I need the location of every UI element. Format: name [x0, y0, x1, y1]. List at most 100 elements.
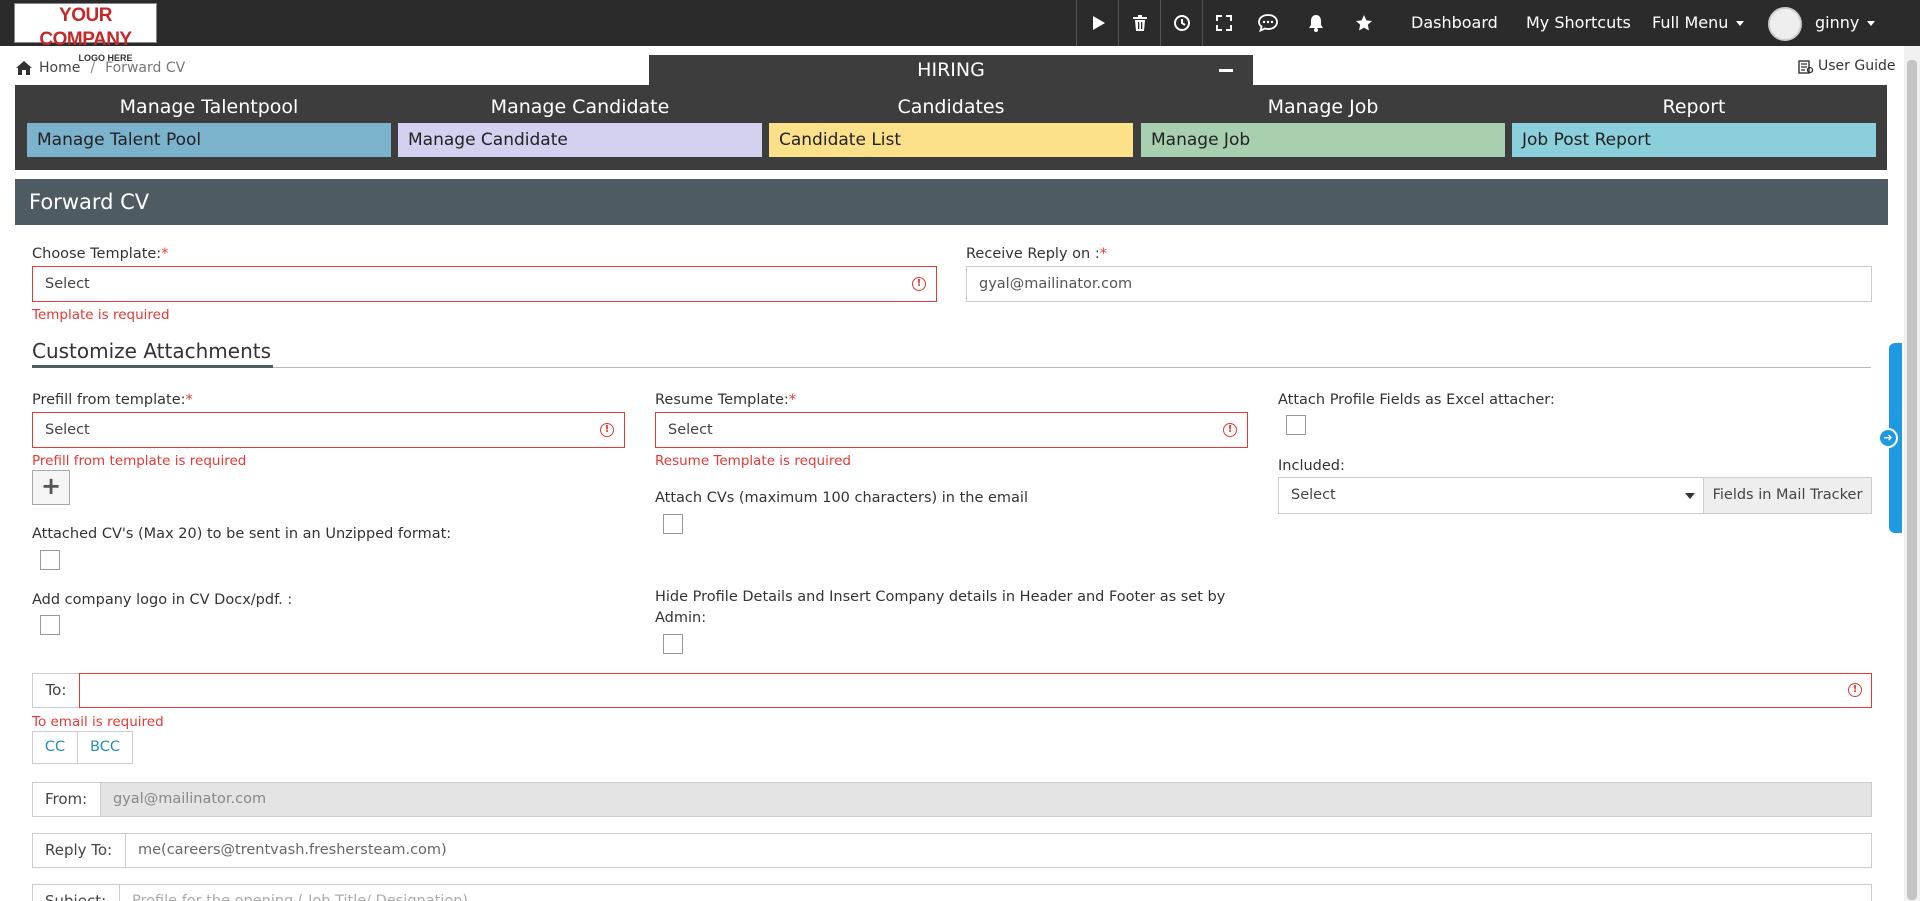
chat-icon[interactable] [1244, 0, 1292, 46]
attach-excel-checkbox[interactable] [1286, 415, 1306, 435]
user-guide-label: User Guide [1818, 58, 1896, 74]
bell-icon[interactable] [1292, 0, 1340, 46]
module-column-title: Manage Candidate [490, 96, 670, 118]
resume-template-error: Resume Template is required [655, 453, 851, 469]
full-menu-label: Full Menu [1652, 13, 1729, 32]
user-menu[interactable]: ginny [1815, 0, 1876, 46]
module-column-talentpool: Manage Talentpool Manage Talent Pool [27, 85, 391, 157]
scrollbar-thumb[interactable] [1907, 60, 1917, 900]
section-title-customize-attachments: Customize Attachments [32, 339, 272, 363]
module-link-job-post-report[interactable]: Job Post Report [1512, 123, 1876, 157]
receive-reply-label-text: Receive Reply on : [966, 246, 1100, 262]
included-select[interactable]: Select [1278, 477, 1704, 514]
star-icon[interactable] [1340, 0, 1388, 46]
breadcrumb-home[interactable]: Home [39, 60, 80, 76]
unzipped-checkbox[interactable] [40, 550, 60, 570]
section-divider [32, 367, 1871, 368]
included-value: Select [1291, 487, 1336, 503]
play-icon[interactable] [1076, 0, 1118, 46]
page-title: Forward CV [15, 179, 1888, 225]
to-input[interactable]: ! [79, 673, 1872, 708]
bcc-button[interactable]: BCC [77, 731, 133, 764]
from-input: gyal@mailinator.com [100, 782, 1872, 817]
module-panel: Manage Talentpool Manage Talent Pool Man… [15, 85, 1887, 170]
prefill-template-value: Select [45, 422, 90, 438]
nav-my-shortcuts[interactable]: My Shortcuts [1526, 0, 1631, 46]
choose-template-label: Choose Template:* [32, 246, 168, 262]
top-navbar: YOUR COMPANY LOGO HERE Dashboard My Shor… [0, 0, 1920, 63]
chevron-down-icon [1867, 21, 1876, 26]
hide-profile-label: Hide Profile Details and Insert Company … [655, 589, 1226, 605]
prefill-template-error: Prefill from template is required [32, 453, 247, 469]
unzipped-label: Attached CV's (Max 20) to be sent in an … [32, 526, 452, 542]
module-tab-hiring[interactable]: HIRING [649, 55, 1253, 85]
breadcrumb: Home / Forward CV [15, 60, 185, 76]
company-logo-checkbox[interactable] [40, 615, 60, 635]
receive-reply-label: Receive Reply on :* [966, 246, 1107, 262]
nav-dashboard[interactable]: Dashboard [1411, 0, 1498, 46]
trash-icon[interactable] [1118, 0, 1160, 46]
resume-template-select[interactable]: Select ! [655, 412, 1248, 448]
arrow-right-icon[interactable]: ➜ [1878, 428, 1898, 448]
error-alert-icon: ! [1848, 683, 1862, 697]
dropdown-arrow-icon [1685, 493, 1695, 499]
module-column-title: Manage Talentpool [119, 96, 299, 118]
nav-full-menu[interactable]: Full Menu [1652, 0, 1745, 46]
hide-profile-label-line2: Admin: [655, 610, 707, 626]
choose-template-value: Select [45, 276, 90, 292]
breadcrumb-current: Forward CV [105, 60, 186, 76]
required-marker: * [161, 246, 169, 262]
attach-excel-label: Attach Profile Fields as Excel attacher: [1278, 392, 1555, 408]
receive-reply-input[interactable]: gyal@mailinator.com [966, 266, 1872, 302]
from-label: From: [32, 782, 101, 817]
reply-to-label: Reply To: [32, 833, 126, 868]
module-column-title: Candidates [897, 96, 1005, 118]
resume-template-value: Select [668, 422, 713, 438]
to-label: To: [32, 673, 80, 708]
module-column-report: Report Job Post Report [1512, 85, 1876, 157]
fullscreen-icon[interactable] [1202, 0, 1244, 46]
choose-template-select[interactable]: Select ! [32, 266, 937, 302]
prefill-template-label-text: Prefill from template: [32, 392, 186, 408]
fields-in-mail-tracker-button[interactable]: Fields in Mail Tracker [1703, 477, 1872, 514]
subject-input[interactable]: Profile for the opening ( Job Title/ Des… [119, 884, 1872, 901]
resume-template-label-text: Resume Template: [655, 392, 789, 408]
guide-icon [1798, 59, 1813, 74]
clock-icon[interactable] [1160, 0, 1202, 46]
module-column-manage-job: Manage Job Manage Job [1141, 85, 1505, 157]
user-name: ginny [1815, 13, 1860, 32]
user-guide-link[interactable]: User Guide [1798, 58, 1895, 74]
module-title: HIRING [917, 59, 985, 81]
module-link-manage-candidate[interactable]: Manage Candidate [398, 123, 762, 157]
choose-template-error: Template is required [32, 307, 170, 323]
to-error: To email is required [32, 714, 164, 730]
module-column-manage-candidate: Manage Candidate Manage Candidate [398, 85, 762, 157]
logo-line1: YOUR COMPANY [39, 5, 132, 50]
add-button[interactable]: + [32, 470, 70, 505]
toolbar-icons [1076, 0, 1388, 46]
hide-profile-checkbox[interactable] [663, 634, 683, 654]
chevron-down-icon [1736, 21, 1745, 26]
company-logo[interactable]: YOUR COMPANY LOGO HERE [14, 3, 157, 63]
module-column-title: Report [1662, 96, 1726, 118]
module-column-candidates: Candidates Candidate List [769, 85, 1133, 157]
choose-template-label-text: Choose Template: [32, 246, 162, 262]
module-link-candidate-list[interactable]: Candidate List [769, 123, 1133, 157]
attach-cvs-label: Attach CVs (maximum 100 characters) in t… [655, 490, 1028, 506]
prefill-template-select[interactable]: Select ! [32, 412, 625, 448]
error-alert-icon: ! [912, 277, 926, 291]
required-marker: * [788, 392, 797, 408]
cc-button[interactable]: CC [32, 731, 78, 764]
collapse-icon[interactable] [1219, 69, 1233, 72]
module-link-manage-talent-pool[interactable]: Manage Talent Pool [27, 123, 391, 157]
error-alert-icon: ! [600, 423, 614, 437]
company-logo-label: Add company logo in CV Docx/pdf. : [32, 592, 293, 608]
attach-cvs-checkbox[interactable] [663, 514, 683, 534]
reply-to-input[interactable]: me(careers@trentvash.freshersteam.com) [125, 833, 1872, 868]
module-column-title: Manage Job [1267, 96, 1379, 118]
avatar[interactable] [1768, 7, 1802, 41]
section-underline [32, 365, 273, 368]
module-link-manage-job[interactable]: Manage Job [1141, 123, 1505, 157]
home-icon [16, 61, 32, 75]
resume-template-label: Resume Template:* [655, 392, 796, 408]
